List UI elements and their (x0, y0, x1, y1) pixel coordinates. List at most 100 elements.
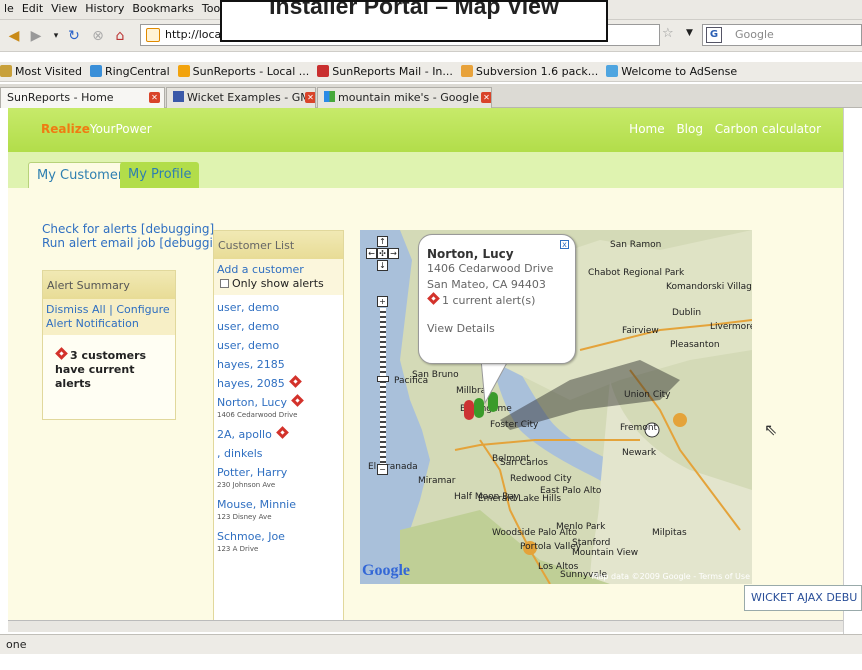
reload-icon[interactable]: ↻ (64, 26, 84, 46)
search-input[interactable]: G Google (702, 24, 862, 46)
popup-close-icon[interactable]: x (560, 240, 569, 249)
map-place-label: Palo Alto (538, 528, 578, 538)
map-place-label: Miramar (418, 476, 456, 486)
check-alerts-link[interactable]: Check for alerts [debugging] (42, 222, 233, 236)
bookmark-item[interactable]: SunReports - Local ... (177, 65, 309, 78)
customer-row[interactable]: 2A, apollo (217, 426, 340, 441)
customer-list-panel: Customer List Add a customer Only show a… (213, 230, 344, 624)
pan-up-icon[interactable]: ↑ (377, 236, 388, 247)
home-icon[interactable]: ⌂ (110, 26, 130, 46)
only-alerts-checkbox[interactable] (220, 279, 229, 288)
customer-name-link[interactable]: Mouse, Minnie (217, 498, 296, 511)
only-alerts-toggle[interactable]: Only show alerts (217, 277, 340, 291)
bookmark-icon (606, 65, 619, 77)
map-panel[interactable]: San Ramon Chabot Regional Park Komandorski… (360, 230, 752, 584)
menu-item[interactable]: Edit (18, 0, 47, 15)
bookmark-star-icon[interactable]: ☆ (662, 26, 674, 41)
right-margin (843, 108, 862, 638)
pan-center-icon[interactable]: ✣ (377, 248, 388, 259)
customer-row[interactable]: Mouse, Minnie 123 Disney Ave (217, 498, 340, 524)
browser-tab-sunreports[interactable]: SunReports - Home ✕ (0, 87, 165, 108)
map-place-label: Livermore (710, 322, 752, 332)
customer-name-link[interactable]: user, demo (217, 339, 279, 352)
menu-item[interactable]: Bookmarks (128, 0, 197, 15)
map-attribution[interactable]: Map data ©2009 Google - Terms of Use (592, 572, 750, 581)
customer-name-link[interactable]: user, demo (217, 320, 279, 333)
customer-name-link[interactable]: user, demo (217, 301, 279, 314)
page-content: RealizeYourPower Home Blog Carbon calcul… (8, 108, 843, 624)
customer-name-link[interactable]: Norton, Lucy (217, 396, 287, 409)
nav-link-carbon-calculator[interactable]: Carbon calculator (715, 122, 821, 136)
bookmark-label: RingCentral (104, 65, 170, 78)
run-alert-email-link[interactable]: Run alert email job [debugging] (42, 236, 233, 250)
map-info-popup: x Norton, Lucy 1406 Cedarwood Drive San … (418, 234, 576, 364)
customer-name-link[interactable]: Potter, Harry (217, 466, 287, 479)
zoom-slider-handle[interactable] (377, 376, 389, 382)
customer-name-link[interactable]: hayes, 2185 (217, 358, 285, 371)
customer-row[interactable]: Potter, Harry 230 Johnson Ave (217, 466, 340, 492)
bookmark-icon (177, 65, 190, 77)
bookmark-item[interactable]: Most Visited (0, 65, 82, 78)
status-bar: one (0, 634, 862, 654)
customer-name-link[interactable]: , dinkels (217, 447, 263, 460)
customer-row[interactable]: Norton, Lucy 1406 Cedarwood Drive (217, 394, 340, 422)
alert-summary-links[interactable]: Dismiss All | Configure Alert Notificati… (43, 299, 175, 335)
popup-alerts-text: 1 current alert(s) (442, 294, 536, 307)
map-place-label: Portola Valley (520, 542, 582, 552)
bookmark-item[interactable]: SunReports Mail - In... (317, 65, 453, 78)
brand-logo[interactable]: RealizeYourPower (41, 122, 152, 136)
browser-tab-wicket[interactable]: Wicket Examples - GMap Panel ✕ (166, 87, 316, 108)
zoom-in-icon[interactable]: + (377, 296, 388, 307)
google-maps-favicon-icon (324, 91, 335, 102)
alert-icon (427, 292, 440, 305)
customer-row[interactable]: hayes, 2085 (217, 375, 340, 390)
debug-links: Check for alerts [debugging] Run alert e… (42, 222, 233, 250)
map-place-label: Milpitas (652, 528, 687, 538)
alert-icon (291, 394, 304, 407)
menu-item[interactable]: View (47, 0, 81, 15)
zoom-slider[interactable] (380, 308, 386, 466)
mouse-cursor-icon: ⇖ (764, 420, 778, 439)
history-dropdown-icon[interactable]: ▾ (46, 26, 66, 46)
customer-row[interactable]: user, demo (217, 301, 340, 314)
pan-right-icon[interactable]: → (388, 248, 399, 259)
customer-name-link[interactable]: 2A, apollo (217, 428, 272, 441)
wicket-ajax-debug-button[interactable]: WICKET AJAX DEBU (744, 585, 862, 611)
add-customer-link[interactable]: Add a customer (217, 263, 340, 277)
popup-view-details-link[interactable]: View Details (427, 321, 575, 337)
customer-row[interactable]: Schmoe, Joe 123 A Drive (217, 530, 340, 556)
close-tab-icon[interactable]: ✕ (305, 92, 315, 103)
back-icon[interactable]: ◀ (4, 26, 24, 46)
close-tab-icon[interactable]: ✕ (149, 92, 160, 103)
customer-row[interactable]: hayes, 2185 (217, 358, 340, 371)
forward-icon[interactable]: ▶ (26, 26, 46, 46)
url-dropdown-icon[interactable]: ▼ (686, 28, 693, 38)
customer-rows: user, demo user, demo user, demo hayes, 218… (214, 295, 343, 556)
tab-my-profile[interactable]: My Profile (120, 162, 200, 188)
horizontal-scrollbar[interactable] (8, 620, 843, 632)
popup-alerts: 1 current alert(s) (427, 292, 575, 309)
zoom-out-icon[interactable]: − (377, 464, 388, 475)
customer-name-link[interactable]: hayes, 2085 (217, 377, 285, 390)
alert-summary-message: 3 customers have current alerts (43, 335, 175, 391)
pan-left-icon[interactable]: ← (366, 248, 377, 259)
tab-title: mountain mike's - Google M... (338, 91, 492, 104)
menu-item[interactable]: History (81, 0, 128, 15)
customer-row[interactable]: , dinkels (217, 447, 340, 460)
customer-row[interactable]: user, demo (217, 339, 340, 352)
stop-icon[interactable]: ⊗ (88, 26, 108, 46)
nav-link-blog[interactable]: Blog (676, 122, 703, 136)
bookmark-item[interactable]: Subversion 1.6 pack... (460, 65, 598, 78)
search-engine-icon[interactable]: G (706, 27, 722, 43)
bookmark-item[interactable]: Welcome to AdSense (606, 65, 737, 78)
top-nav: Home Blog Carbon calculator (621, 122, 821, 136)
pan-down-icon[interactable]: ↓ (377, 260, 388, 271)
browser-tab-google-maps[interactable]: mountain mike's - Google M... ✕ (317, 87, 492, 108)
menu-item[interactable]: le (0, 0, 18, 15)
customer-name-link[interactable]: Schmoe, Joe (217, 530, 285, 543)
nav-link-home[interactable]: Home (629, 122, 664, 136)
customer-row[interactable]: user, demo (217, 320, 340, 333)
bookmark-item[interactable]: RingCentral (89, 65, 170, 78)
close-tab-icon[interactable]: ✕ (481, 92, 491, 103)
site-favicon-icon (146, 28, 160, 42)
